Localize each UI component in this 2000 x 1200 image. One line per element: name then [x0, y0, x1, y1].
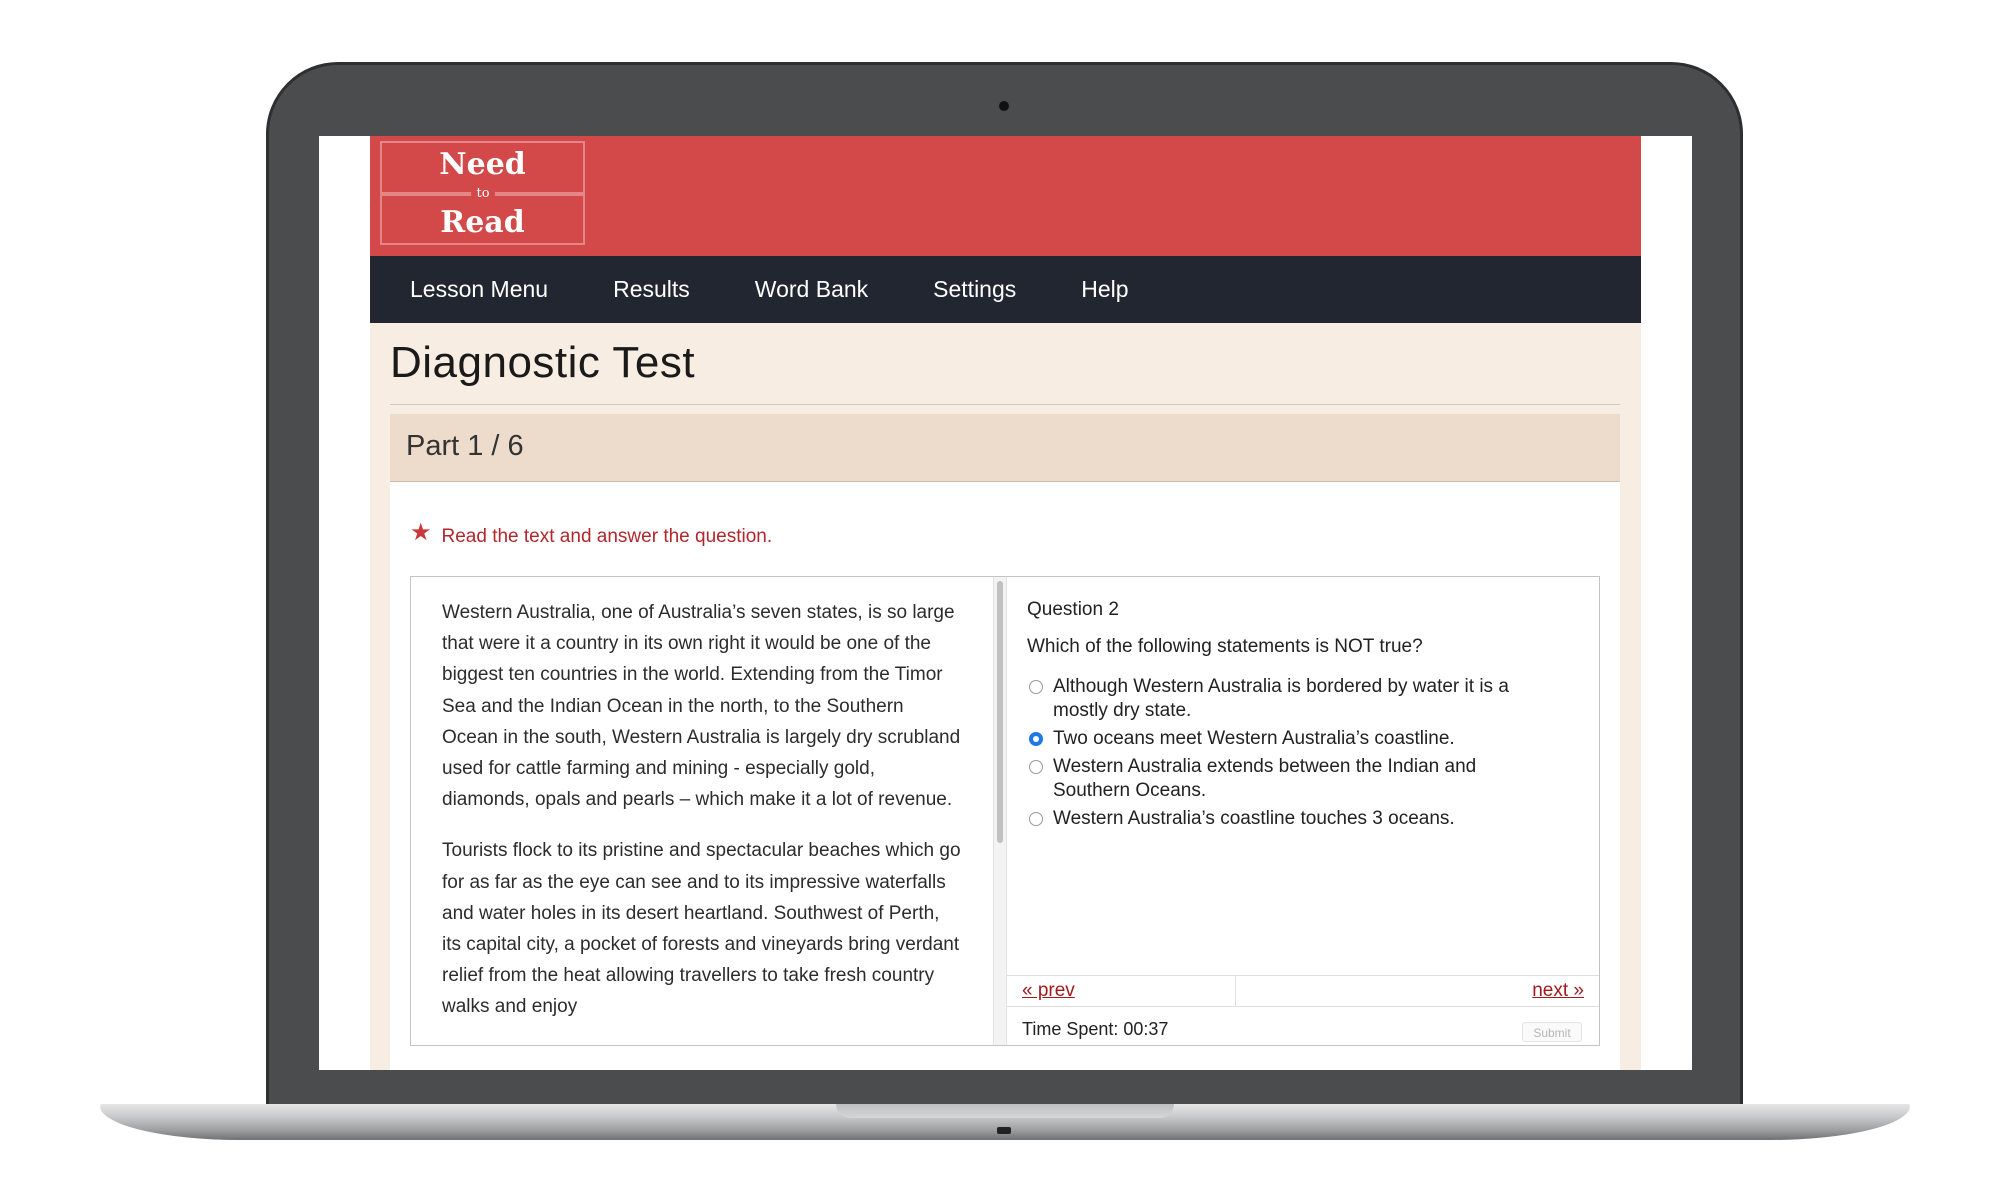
- part-header: Part 1 / 6: [390, 414, 1620, 482]
- answer-option[interactable]: Western Australia’s coastline touches 3 …: [1027, 807, 1527, 831]
- logo[interactable]: Need to Read: [380, 141, 585, 245]
- passage-scrollbar[interactable]: [993, 577, 1007, 1045]
- radio-button[interactable]: [1029, 732, 1043, 746]
- page-title: Diagnostic Test: [390, 338, 696, 387]
- nav-item-word-bank[interactable]: Word Bank: [755, 276, 868, 303]
- passage-paragraph: Western Australia, one of Australia’s se…: [442, 602, 961, 811]
- prev-link[interactable]: « prev: [1022, 980, 1075, 1002]
- question-number: Question 2: [1027, 599, 1119, 620]
- instruction-text: Read the text and answer the question.: [441, 525, 773, 547]
- test-panel: Western Australia, one of Australia’s se…: [410, 576, 1600, 1046]
- scrollbar-thumb[interactable]: [997, 581, 1003, 843]
- answer-option-text: Western Australia’s coastline touches 3 …: [1053, 808, 1455, 829]
- radio-button[interactable]: [1029, 760, 1043, 774]
- brand-header: Need to Read: [370, 136, 1641, 256]
- laptop-screen: Need to Read Lesson Menu Results Word Ba…: [319, 136, 1692, 1070]
- nav-item-lesson-menu[interactable]: Lesson Menu: [410, 276, 548, 303]
- answer-option-text: Although Western Australia is bordered b…: [1053, 676, 1509, 721]
- question-pager: « prev next »: [1007, 975, 1599, 1007]
- part-label: Part 1 / 6: [406, 430, 524, 462]
- answer-option-text: Two oceans meet Western Australia’s coas…: [1053, 728, 1455, 749]
- instruction: ★ Read the text and answer the question.: [410, 519, 773, 551]
- logo-text-top: Need: [439, 147, 526, 182]
- passage-paragraph: Tourists flock to its pristine and spect…: [442, 840, 961, 1018]
- submit-button[interactable]: Submit: [1522, 1022, 1582, 1042]
- camera-icon: [999, 101, 1009, 111]
- answer-option-text: Western Australia extends between the In…: [1053, 756, 1477, 801]
- answer-option[interactable]: Two oceans meet Western Australia’s coas…: [1027, 727, 1527, 751]
- next-link[interactable]: next »: [1532, 980, 1584, 1002]
- app-window: Need to Read Lesson Menu Results Word Ba…: [370, 136, 1641, 1070]
- reading-passage[interactable]: Western Australia, one of Australia’s se…: [411, 577, 991, 1045]
- nav-item-settings[interactable]: Settings: [933, 276, 1016, 303]
- logo-text-mid: to: [471, 182, 495, 206]
- radio-button[interactable]: [1029, 812, 1043, 826]
- answer-option[interactable]: Western Australia extends between the In…: [1027, 755, 1527, 803]
- main-nav: Lesson Menu Results Word Bank Settings H…: [370, 256, 1641, 323]
- nav-item-results[interactable]: Results: [613, 276, 690, 303]
- radio-button[interactable]: [1029, 680, 1043, 694]
- answer-option[interactable]: Although Western Australia is bordered b…: [1027, 675, 1527, 723]
- question-text: Which of the following statements is NOT…: [1027, 636, 1423, 657]
- content-card: Part 1 / 6 ★ Read the text and answer th…: [390, 414, 1620, 1070]
- logo-text-bottom: Read: [440, 205, 525, 240]
- time-spent: Time Spent: 00:37: [1022, 1019, 1169, 1039]
- answer-options: Although Western Australia is bordered b…: [1027, 675, 1527, 835]
- laptop-front-mark: [997, 1127, 1011, 1134]
- title-divider: [390, 404, 1620, 405]
- pager-divider: [1235, 976, 1236, 1006]
- question-pane: Question 2 Which of the following statem…: [1007, 577, 1599, 1045]
- laptop-notch: [836, 1104, 1174, 1118]
- star-icon: ★: [410, 519, 432, 546]
- nav-item-help[interactable]: Help: [1081, 276, 1128, 303]
